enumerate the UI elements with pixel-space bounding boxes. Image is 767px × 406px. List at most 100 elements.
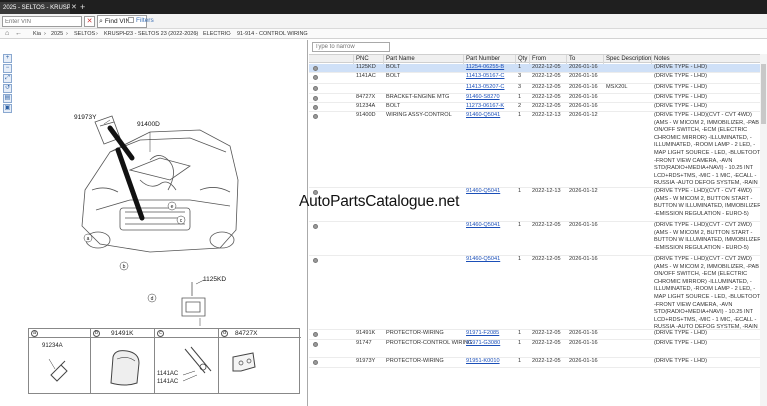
cell-to: 2026-01-16 [569, 64, 598, 70]
col-spec[interactable]: Spec Description [603, 55, 651, 64]
col-pnc[interactable]: PNC [353, 55, 383, 64]
new-tab-icon[interactable]: + [80, 1, 85, 13]
row-select-radio[interactable] [313, 66, 318, 71]
row-select-radio[interactable] [313, 86, 318, 91]
find-vin-label: Find VIN [104, 18, 131, 25]
table-row[interactable]: 1125KD BOLT 11254-06255-B 1 2022-12-05 2026-0… [309, 64, 767, 73]
letter-e: e [171, 204, 174, 210]
cell-from: 2022-12-05 [532, 84, 561, 90]
row-select-radio[interactable] [313, 332, 318, 337]
home-icon[interactable]: ⌂ [5, 29, 9, 39]
cell-number[interactable]: 91460-Q5041 [464, 188, 500, 196]
cell-qty: 1 [518, 64, 522, 70]
row-select-radio[interactable] [313, 224, 318, 229]
breadcrumb-section[interactable]: 91-914 - CONTROL WIRING [237, 29, 308, 39]
cell-from: 2022-12-05 [532, 94, 561, 100]
breadcrumb-sep: › [229, 31, 231, 37]
breadcrumb-model[interactable]: SELTOS [74, 29, 95, 39]
cell-from: 2022-12-05 [532, 222, 561, 228]
col-part-name[interactable]: Part Name [383, 55, 463, 64]
row-select-radio[interactable] [313, 342, 318, 347]
cell-name: PROTECTOR-WIRING [386, 330, 444, 336]
cell-pnc: 91400D [356, 112, 376, 118]
filters-checkbox[interactable] [128, 17, 134, 23]
col-part-number[interactable]: Part Number [463, 55, 515, 64]
cell-name: WIRING ASSY-CONTROL [386, 112, 452, 118]
cell-qty: 1 [518, 188, 522, 194]
cell-to: 2026-01-16 [569, 330, 598, 336]
table-header: PNC Part Name Part Number Qty From To Sp… [309, 54, 767, 64]
cell-number[interactable]: 91460-Q5041 [464, 222, 500, 230]
table-row[interactable]: 91460-Q5041 1 2022-12-05 2026-01-16 (DRIVE T… [309, 222, 767, 256]
table-row[interactable]: 91234A BOLT 11273-06167-K 2 2022-12-05 2026-0… [309, 103, 767, 112]
cell-number[interactable]: 91951-K0010 [464, 358, 500, 366]
cell-number[interactable]: 11254-06255-B [464, 64, 504, 72]
cell-pnc: 91234A [356, 103, 376, 109]
row-select-radio[interactable] [313, 75, 318, 80]
clear-vin-icon[interactable]: ✕ [84, 16, 95, 27]
table-row[interactable]: 91460-Q5041 1 2022-12-05 2026-01-16 (DRIVE T… [309, 256, 767, 330]
row-select-radio[interactable] [313, 96, 318, 101]
legend-cell-c[interactable]: c 1141AC 1141AC [155, 329, 219, 393]
cell-number[interactable]: 11413-05167-C [464, 73, 504, 81]
cell-number[interactable]: 11273-06167-K [464, 103, 504, 111]
breadcrumb-year[interactable]: 2025 [51, 29, 63, 39]
table-row[interactable]: 91747 PROTECTOR-CONTROL WIRING 91971-G3080… [309, 340, 767, 358]
grille-lines [125, 211, 185, 225]
table-scrollbar[interactable] [760, 54, 767, 406]
filters-label: Filters [136, 17, 154, 24]
table-row[interactable]: 91491K PROTECTOR-WIRING 91971-F2085 1 2022-1… [309, 330, 767, 340]
row-select-radio[interactable] [313, 258, 318, 263]
table-row[interactable]: 84727X BRACKET-ENGINE MTG 91460-S8270 1 2022… [309, 94, 767, 103]
table-row[interactable]: 1141AC BOLT 11413-05167-C 3 2022-12-05 2026-0… [309, 73, 767, 84]
scrollbar-thumb[interactable] [761, 64, 766, 124]
cell-notes: (DRIVE TYPE - LHD)(CVT - CVT 2WD) (AMS -… [654, 256, 766, 330]
callout-91973Y: 91973Y [74, 114, 97, 121]
legend-cell-b[interactable]: b 91491K [91, 329, 155, 393]
cell-qty: 2 [518, 103, 522, 109]
parts-table: PNC Part Name Part Number Qty From To Sp… [309, 54, 767, 406]
filters-toggle[interactable]: Filters [128, 17, 154, 24]
cell-from: 2022-12-05 [532, 358, 561, 364]
cell-notes: (DRIVE TYPE - LHD) [654, 330, 708, 336]
narrow-filter-input[interactable] [312, 42, 390, 52]
row-select-radio[interactable] [313, 105, 318, 110]
col-qty[interactable]: Qty [515, 55, 529, 64]
col-notes[interactable]: Notes [651, 55, 761, 64]
cell-number[interactable]: 91460-Q5041 [464, 256, 500, 264]
cell-pnc: 84727X [356, 94, 376, 100]
cell-pnc: 91491K [356, 330, 376, 336]
breadcrumb-make[interactable]: Kia [33, 29, 41, 39]
breadcrumb-catalog[interactable]: KRUSPH23 - SELTOS 23 (2022-2026) [104, 29, 198, 39]
breadcrumb-group[interactable]: ELECTRIC [203, 29, 230, 39]
cell-number[interactable]: 91971-F2085 [464, 330, 499, 338]
cell-number[interactable]: 91460-Q5041 [464, 112, 500, 120]
breadcrumb-sep: › [66, 31, 68, 37]
col-to[interactable]: To [566, 55, 603, 64]
table-row[interactable]: 91973Y PROTECTOR-WIRING 91951-K0010 1 2022-1… [309, 358, 767, 368]
cell-qty: 3 [518, 73, 522, 79]
cell-notes: (DRIVE TYPE - LHD)(CVT - CVT 2WD) (AMS -… [654, 222, 763, 251]
headlamp-left [91, 187, 119, 193]
legend-cell-a[interactable]: a 91234A [29, 329, 91, 393]
cell-from: 2022-12-05 [532, 256, 561, 262]
close-tab-icon[interactable]: ✕ [71, 2, 77, 14]
cell-qty: 1 [518, 358, 522, 364]
row-select-radio[interactable] [313, 114, 318, 119]
vin-input[interactable] [2, 16, 82, 27]
row-select-radio[interactable] [313, 360, 318, 365]
cell-number[interactable]: 11413-05207-C [464, 84, 504, 92]
cell-notes: (DRIVE TYPE - LHD)(CVT - CVT 4WD) (AMS -… [654, 112, 766, 188]
cell-notes: (DRIVE TYPE - LHD)(CVT - CVT 4WD) (AMS -… [654, 188, 763, 217]
table-row[interactable]: 91400D WIRING ASSY-CONTROL 91460-Q5041 1 202… [309, 112, 767, 188]
cell-number[interactable]: 91460-S8270 [464, 94, 500, 102]
cell-number[interactable]: 91971-G3080 [464, 340, 500, 348]
tab-catalogue[interactable]: 2025 - SELTOS - KRUSPH... [0, 2, 70, 14]
back-icon[interactable]: ← [15, 29, 22, 39]
parts-diagram[interactable]: a b c d e 91973Y 91400D 1125KD 91747 [0, 40, 308, 326]
table-row[interactable]: 11413-05207-C 3 2022-12-05 2026-01-16 MSX20L… [309, 84, 767, 94]
legend-cell-d[interactable]: d 84727X [219, 329, 301, 393]
col-from[interactable]: From [529, 55, 566, 64]
cell-name: PROTECTOR-CONTROL WIRING [386, 340, 473, 346]
legend-letter-d: d [221, 330, 228, 337]
